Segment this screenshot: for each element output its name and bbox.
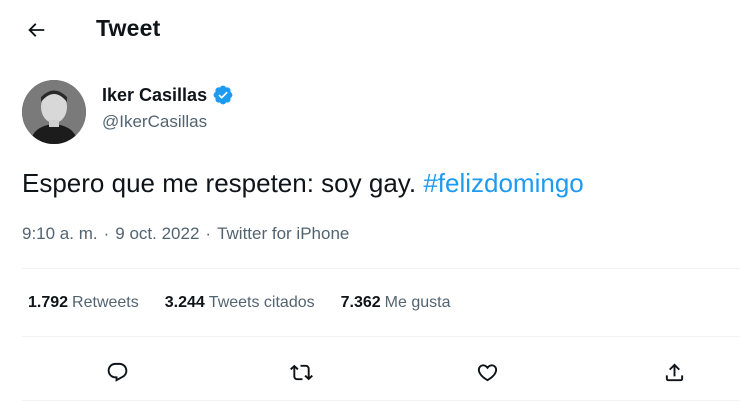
quote-tweets-label: Tweets citados: [208, 294, 315, 311]
divider: [22, 400, 740, 401]
author-handle[interactable]: @IkerCasillas: [102, 112, 207, 132]
quote-tweets-stat[interactable]: 3.244 Tweets citados: [165, 294, 315, 312]
meta-separator: ·: [205, 224, 212, 243]
tweet-time[interactable]: 9:10 a. m.: [22, 224, 98, 244]
reply-button[interactable]: [101, 356, 133, 388]
author-name-row: Iker Casillas: [102, 84, 234, 106]
divider: [22, 268, 740, 269]
like-icon: [477, 363, 497, 381]
likes-count: 7.362: [340, 294, 381, 311]
retweet-icon: [289, 364, 313, 380]
likes-label: Me gusta: [384, 294, 451, 311]
avatar-image: [22, 80, 86, 144]
retweets-stat[interactable]: 1.792 Retweets: [28, 294, 139, 312]
author-name[interactable]: Iker Casillas: [102, 85, 207, 106]
verified-badge-icon: [213, 85, 233, 105]
tweet-source[interactable]: Twitter for iPhone: [217, 224, 349, 244]
retweets-count: 1.792: [28, 294, 69, 311]
hashtag-link[interactable]: #felizdomingo: [423, 168, 583, 198]
tweet-date[interactable]: 9 oct. 2022: [115, 224, 199, 244]
retweets-label: Retweets: [72, 294, 139, 311]
retweet-button[interactable]: [285, 356, 317, 388]
action-bar: [0, 352, 740, 392]
share-button[interactable]: [658, 356, 690, 388]
tweet-body: Espero que me respeten: soy gay.: [22, 168, 417, 198]
quote-tweets-count: 3.244: [164, 294, 205, 311]
back-button[interactable]: [22, 16, 50, 44]
likes-stat[interactable]: 7.362 Me gusta: [341, 294, 451, 312]
divider: [22, 336, 740, 337]
page-title: Tweet: [96, 15, 161, 41]
like-button[interactable]: [471, 356, 503, 388]
reply-icon: [107, 362, 127, 382]
arrow-left-icon: [28, 23, 45, 37]
tweet-meta: 9:10 a. m. · 9 oct. 2022 · Twitter for i…: [22, 224, 349, 244]
share-icon: [665, 362, 683, 381]
tweet-text: Espero que me respeten: soy gay. #felizd…: [22, 168, 584, 199]
meta-separator: ·: [103, 224, 110, 243]
avatar[interactable]: [22, 80, 86, 144]
header-bar: Tweet: [0, 0, 740, 58]
tweet-stats: 1.792 Retweets 3.244 Tweets citados 7.362 M…: [28, 294, 476, 312]
